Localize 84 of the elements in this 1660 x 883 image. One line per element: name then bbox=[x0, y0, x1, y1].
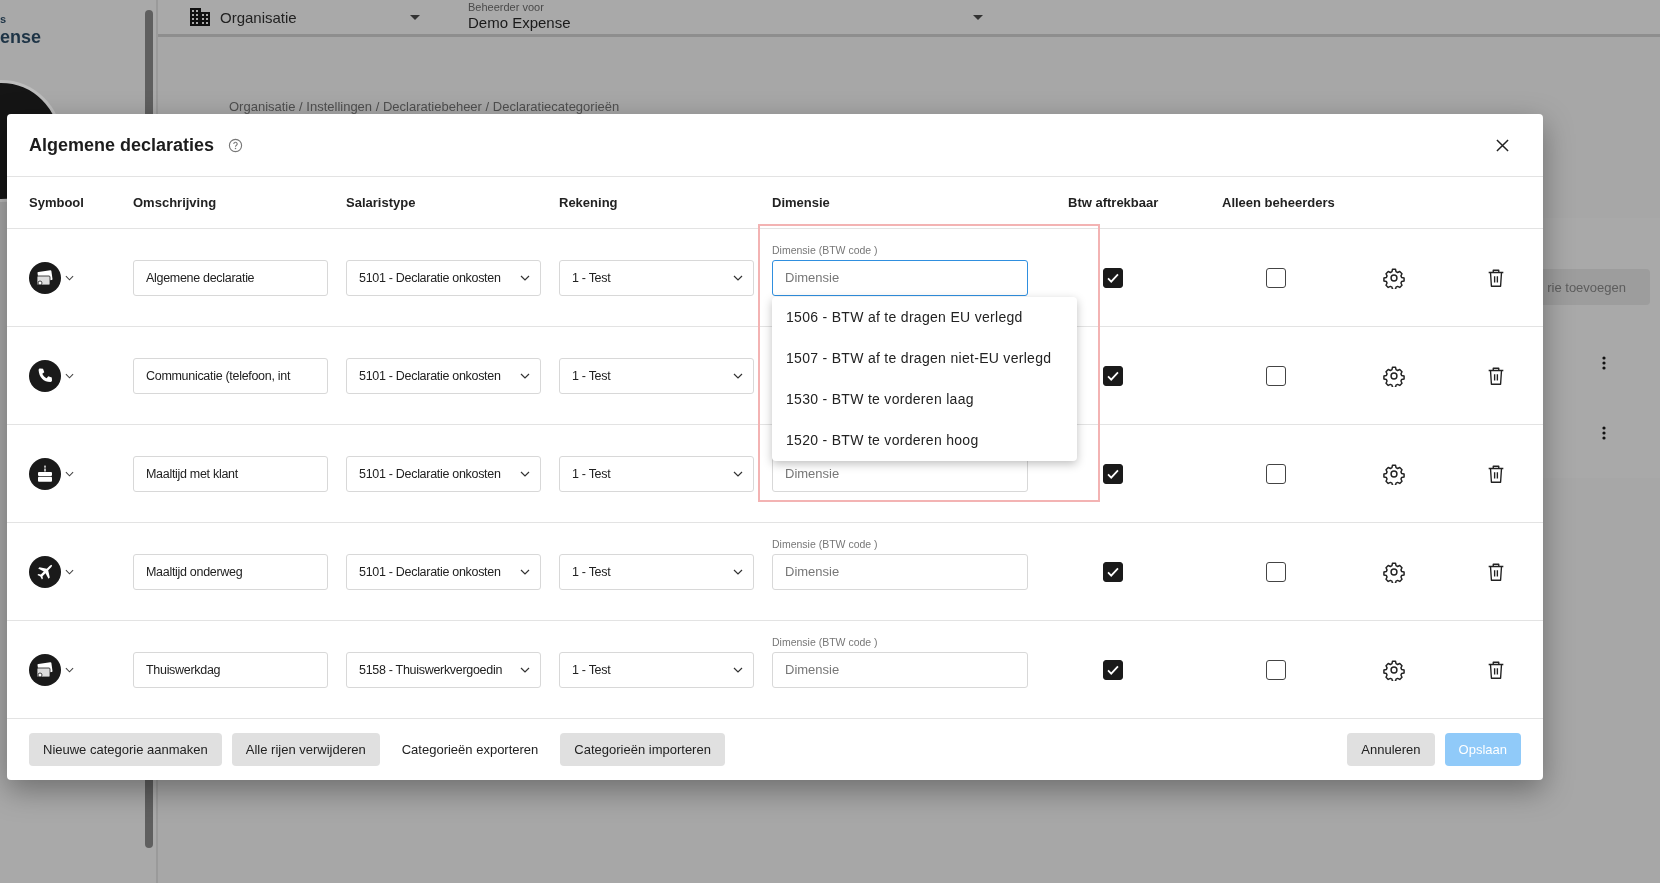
chevron-down-icon[interactable] bbox=[65, 568, 74, 575]
description-field[interactable]: Maaltijd met klant bbox=[133, 455, 328, 492]
vat-deductible-checkbox[interactable] bbox=[1103, 267, 1123, 288]
brand-text: s bbox=[0, 12, 7, 26]
organisation-select[interactable]: Organisatie bbox=[190, 8, 420, 26]
account-select[interactable]: 1 - Test bbox=[559, 553, 754, 590]
salary-type-select[interactable]: 5101 - Declaratie onkosten bbox=[346, 455, 541, 492]
chevron-down-icon bbox=[733, 470, 743, 477]
cake-icon[interactable] bbox=[29, 457, 61, 490]
settings-icon[interactable] bbox=[1383, 364, 1405, 387]
cards-icon[interactable] bbox=[29, 653, 61, 686]
column-header: Omschrijving bbox=[133, 195, 217, 210]
settings-icon[interactable] bbox=[1383, 266, 1405, 289]
dialog-title: Algemene declaraties bbox=[29, 134, 215, 156]
dropdown-triangle-icon bbox=[973, 14, 983, 20]
admins-only-checkbox[interactable] bbox=[1266, 659, 1286, 680]
dropdown-option[interactable]: 1506 - BTW af te dragen EU verlegd bbox=[772, 296, 1077, 338]
field-label: Dimensie (BTW code ) bbox=[772, 537, 879, 552]
building-icon bbox=[190, 8, 210, 26]
account-select[interactable]: 1 - Test bbox=[559, 455, 754, 492]
phone-icon[interactable] bbox=[29, 359, 61, 392]
cards-icon[interactable] bbox=[29, 261, 61, 294]
chevron-down-icon[interactable] bbox=[65, 470, 74, 477]
column-header: Symbool bbox=[29, 195, 84, 210]
airplane-icon[interactable] bbox=[29, 555, 61, 588]
breadcrumb: Organisatie / Instellingen / Declaratiebeheer / Declaratiecategorieën bbox=[229, 99, 620, 114]
close-icon[interactable] bbox=[1496, 138, 1509, 152]
dropdown-option[interactable]: 1530 - BTW te vorderen laag bbox=[772, 378, 1077, 420]
vat-deductible-checkbox[interactable] bbox=[1103, 561, 1123, 582]
salary-type-select[interactable]: 5101 - Declaratie onkosten bbox=[346, 259, 541, 296]
vat-deductible-checkbox[interactable] bbox=[1103, 463, 1123, 484]
more-vertical-icon[interactable] bbox=[1602, 356, 1606, 370]
footer-button[interactable]: Categorieën importeren bbox=[560, 733, 725, 766]
chevron-down-icon[interactable] bbox=[65, 666, 74, 673]
column-header: Rekening bbox=[559, 195, 618, 210]
salary-type-select[interactable]: 5101 - Declaratie onkosten bbox=[346, 553, 541, 590]
chevron-down-icon bbox=[733, 666, 743, 673]
chevron-down-icon bbox=[733, 372, 743, 379]
account-select[interactable]: 1 - Test bbox=[559, 259, 754, 296]
footer-button[interactable]: Nieuwe categorie aanmaken bbox=[29, 733, 222, 766]
admins-only-checkbox[interactable] bbox=[1266, 365, 1286, 386]
admin-select[interactable]: Beheerder voor Demo Expense bbox=[468, 1, 983, 33]
description-field[interactable]: Maaltijd onderweg bbox=[133, 553, 328, 590]
field-label: Dimensie (BTW code ) bbox=[772, 243, 879, 258]
more-vertical-icon[interactable] bbox=[1602, 426, 1606, 440]
admins-only-checkbox[interactable] bbox=[1266, 267, 1286, 288]
chevron-down-icon bbox=[520, 568, 530, 575]
chevron-down-icon[interactable] bbox=[65, 372, 74, 379]
settings-icon[interactable] bbox=[1383, 462, 1405, 485]
dimension-field[interactable]: Dimensie bbox=[772, 651, 1028, 688]
chevron-down-icon bbox=[520, 666, 530, 673]
settings-icon[interactable] bbox=[1383, 658, 1405, 681]
footer-button[interactable]: Alle rijen verwijderen bbox=[231, 733, 380, 766]
brand-text: ense bbox=[0, 26, 42, 48]
chevron-down-icon bbox=[520, 470, 530, 477]
column-header: Dimensie bbox=[772, 195, 830, 210]
chevron-down-icon bbox=[733, 568, 743, 575]
dropdown-triangle-icon bbox=[410, 14, 420, 20]
account-select[interactable]: 1 - Test bbox=[559, 651, 754, 688]
settings-icon[interactable] bbox=[1383, 560, 1405, 583]
help-icon[interactable] bbox=[228, 137, 244, 153]
dimension-field[interactable]: Dimensie bbox=[772, 553, 1028, 590]
vat-deductible-checkbox[interactable] bbox=[1103, 365, 1123, 386]
description-field[interactable]: Thuiswerkdag bbox=[133, 651, 328, 688]
description-field[interactable]: Algemene declaratie bbox=[133, 259, 328, 296]
vat-deductible-checkbox[interactable] bbox=[1103, 659, 1123, 680]
footer-button[interactable]: Categorieën exporteren bbox=[389, 733, 551, 766]
description-field[interactable]: Communicatie (telefoon, int bbox=[133, 357, 328, 394]
chevron-down-icon bbox=[733, 274, 743, 281]
chevron-down-icon[interactable] bbox=[65, 274, 74, 281]
admins-only-checkbox[interactable] bbox=[1266, 561, 1286, 582]
field-label: Dimensie (BTW code ) bbox=[772, 635, 879, 650]
chevron-down-icon bbox=[520, 372, 530, 379]
column-header: Salaristype bbox=[346, 195, 416, 210]
salary-type-select[interactable]: 5101 - Declaratie onkosten bbox=[346, 357, 541, 394]
cancel-button[interactable]: Annuleren bbox=[1347, 733, 1435, 766]
chevron-down-icon bbox=[520, 274, 530, 281]
account-select[interactable]: 1 - Test bbox=[559, 357, 754, 394]
column-header: Btw aftrekbaar bbox=[1068, 195, 1159, 210]
admins-only-checkbox[interactable] bbox=[1266, 463, 1286, 484]
column-header: Alleen beheerders bbox=[1222, 195, 1335, 210]
salary-type-select[interactable]: 5158 - Thuiswerkvergoedin bbox=[346, 651, 541, 688]
dropdown-option[interactable]: 1507 - BTW af te dragen niet-EU verlegd bbox=[772, 337, 1077, 379]
dimension-field[interactable]: Dimensie bbox=[772, 259, 1028, 296]
